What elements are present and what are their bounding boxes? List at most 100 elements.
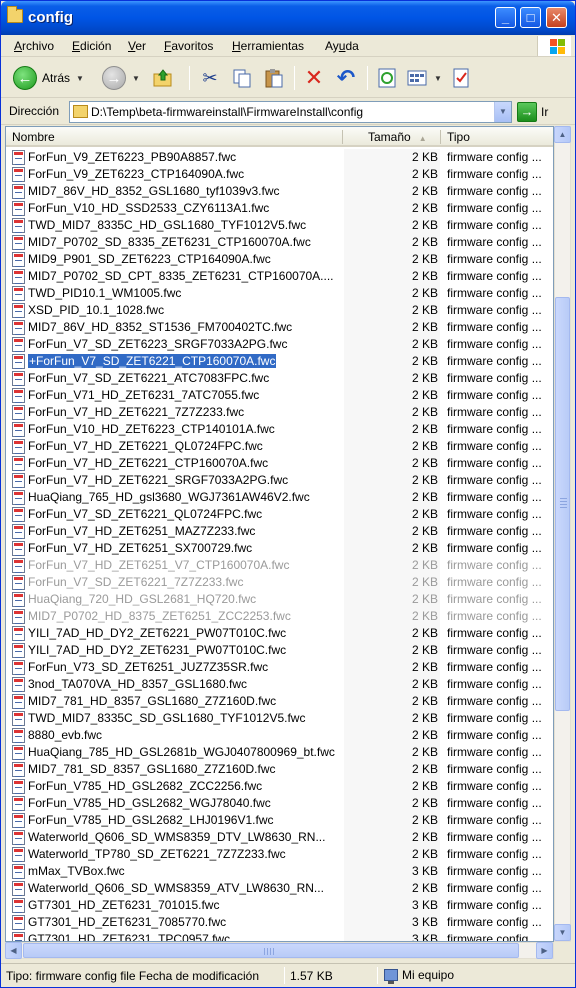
file-row[interactable]: ForFun_V7_HD_ZET6251_SX700729.fwc 2 KB fir… bbox=[6, 540, 553, 557]
file-row[interactable]: ForFun_V785_HD_GSL2682_LHJ0196V1.fwc 2 KB… bbox=[6, 812, 553, 829]
menu-ayuda[interactable]: Ayuda bbox=[325, 39, 359, 53]
file-row[interactable]: ForFun_V71_HD_ZET6231_7ATC7055.fwc 2 KB fi… bbox=[6, 387, 553, 404]
file-row[interactable]: GT7301_HD_ZET6231_TPC0957.fwc 3 KB firmwar… bbox=[6, 931, 553, 941]
properties-button[interactable] bbox=[450, 64, 472, 92]
file-row[interactable]: GT7301_HD_ZET6231_701015.fwc 3 KB firmware… bbox=[6, 897, 553, 914]
file-row[interactable]: 8880_evb.fwc 2 KB firmware config ... bbox=[6, 727, 553, 744]
file-row[interactable]: MID7_86V_HD_8352_GSL1680_tyf1039v3.fwc 2 … bbox=[6, 183, 553, 200]
file-row[interactable]: ForFun_V785_HD_GSL2682_WGJ78040.fwc 2 KB f… bbox=[6, 795, 553, 812]
address-input[interactable]: D:\Temp\beta-firmwareinstall\FirmwareIns… bbox=[69, 101, 512, 123]
go-button[interactable]: → Ir bbox=[517, 102, 548, 122]
file-row[interactable]: ForFun_V9_ZET6223_CTP164090A.fwc 2 KB firm… bbox=[6, 166, 553, 183]
file-row[interactable]: ForFun_V7_HD_ZET6221_SRGF7033A2PG.fwc 2 K… bbox=[6, 472, 553, 489]
file-row[interactable]: MID7_P0702_SD_CPT_8335_ZET6231_CTP160070… bbox=[6, 268, 553, 285]
column-header-type[interactable]: Tipo bbox=[447, 130, 470, 144]
file-row[interactable]: ForFun_V10_HD_ZET6223_CTP140101A.fwc 2 KB… bbox=[6, 421, 553, 438]
file-row[interactable]: Waterworld_Q606_SD_WMS8359_ATV_LW8630_RN… bbox=[6, 880, 553, 897]
file-row[interactable]: TWD_MID7_8335C_HD_GSL1680_TYF1012V5.fwc 2… bbox=[6, 217, 553, 234]
menu-ver[interactable]: Ver bbox=[128, 39, 146, 53]
file-row[interactable]: ForFun_V7_HD_ZET6221_7Z7Z233.fwc 2 KB firm… bbox=[6, 404, 553, 421]
file-row[interactable]: XSD_PID_10.1_1028.fwc 2 KB firmware config… bbox=[6, 302, 553, 319]
status-location: Mi equipo bbox=[384, 968, 454, 984]
file-size: 2 KB bbox=[411, 609, 438, 623]
chevron-down-icon[interactable]: ▼ bbox=[434, 74, 442, 83]
file-row[interactable]: ForFun_V7_SD_ZET6223_SRGF7033A2PG.fwc 2 K… bbox=[6, 336, 553, 353]
file-row[interactable]: MID7_781_HD_8357_GSL1680_Z7Z160D.fwc 2 KB… bbox=[6, 693, 553, 710]
file-row[interactable]: YILI_7AD_HD_DY2_ZET6221_PW07T010C.fwc 2 K… bbox=[6, 625, 553, 642]
undo-button[interactable]: ↶ bbox=[335, 64, 357, 92]
horizontal-scroll-thumb[interactable] bbox=[23, 943, 519, 958]
chevron-down-icon[interactable]: ▼ bbox=[494, 102, 511, 122]
file-row[interactable]: 3nod_TA070VA_HD_8357_GSL1680.fwc 2 KB firm… bbox=[6, 676, 553, 693]
file-list[interactable]: Nombre Tamaño ▲ Tipo ForFun_V9_ZET6223_PB… bbox=[5, 126, 554, 942]
column-header-name[interactable]: Nombre bbox=[12, 130, 55, 144]
up-folder-button[interactable] bbox=[152, 64, 174, 92]
chevron-down-icon[interactable]: ▼ bbox=[132, 74, 140, 83]
scroll-up-button[interactable]: ▲ bbox=[554, 126, 571, 143]
file-name: YILI_7AD_HD_DY2_ZET6221_PW07T010C.fwc bbox=[28, 626, 287, 640]
menu-herramientas[interactable]: Herramientas bbox=[232, 39, 304, 53]
file-row[interactable]: MID7_781_SD_8357_GSL1680_Z7Z160D.fwc 2 KB… bbox=[6, 761, 553, 778]
file-size: 2 KB bbox=[411, 575, 438, 589]
scroll-left-button[interactable]: ◀ bbox=[5, 942, 22, 959]
file-row[interactable]: ForFun_V7_HD_ZET6251_V7_CTP160070A.fwc 2 … bbox=[6, 557, 553, 574]
forward-button[interactable]: → ▼ bbox=[102, 64, 140, 92]
file-row[interactable]: +ForFun_V7_SD_ZET6221_CTP160070A.fwc 2 KB… bbox=[6, 353, 553, 370]
file-row[interactable]: TWD_MID7_8335C_SD_GSL1680_TYF1012V5.fwc 2… bbox=[6, 710, 553, 727]
delete-button[interactable]: ✕ bbox=[303, 64, 325, 92]
views-button[interactable]: ▼ bbox=[406, 64, 442, 92]
column-header-size[interactable]: Tamaño ▲ bbox=[368, 130, 427, 144]
vertical-scrollbar[interactable]: ▲ ▼ bbox=[554, 126, 571, 942]
file-row[interactable]: ForFun_V7_HD_ZET6251_MAZ7Z233.fwc 2 KB fir… bbox=[6, 523, 553, 540]
scroll-down-button[interactable]: ▼ bbox=[554, 924, 571, 941]
menu-archivo[interactable]: Archivo bbox=[14, 39, 54, 53]
file-row[interactable]: mMax_TVBox.fwc 3 KB firmware config ... bbox=[6, 863, 553, 880]
menu-favoritos[interactable]: Favoritos bbox=[164, 39, 213, 53]
file-type: firmware config ... bbox=[447, 881, 542, 895]
file-row[interactable]: ForFun_V7_SD_ZET6221_ATC7083FPC.fwc 2 KB f… bbox=[6, 370, 553, 387]
file-type: firmware config ... bbox=[447, 490, 542, 504]
views-icon bbox=[406, 67, 428, 89]
file-row[interactable]: GT7301_HD_ZET6231_7085770.fwc 3 KB firmwar… bbox=[6, 914, 553, 931]
cut-button[interactable]: ✂ bbox=[199, 64, 221, 92]
vertical-scroll-thumb[interactable] bbox=[555, 297, 570, 711]
file-row[interactable]: YILI_7AD_HD_DY2_ZET6231_PW07T010C.fwc 2 K… bbox=[6, 642, 553, 659]
chevron-down-icon[interactable]: ▼ bbox=[76, 74, 84, 83]
file-name: TWD_PID10.1_WM1005.fwc bbox=[28, 286, 182, 300]
file-row[interactable]: ForFun_V7_HD_ZET6221_QL0724FPC.fwc 2 KB fi… bbox=[6, 438, 553, 455]
minimize-button[interactable]: _ bbox=[495, 7, 516, 28]
paste-button[interactable] bbox=[263, 64, 285, 92]
file-row[interactable]: ForFun_V7_HD_ZET6221_CTP160070A.fwc 2 KB f… bbox=[6, 455, 553, 472]
file-row[interactable]: ForFun_V10_HD_SSD2533_CZY6113A1.fwc 2 KB f… bbox=[6, 200, 553, 217]
sync-button[interactable] bbox=[376, 64, 398, 92]
maximize-button[interactable]: □ bbox=[520, 7, 541, 28]
close-button[interactable]: ✕ bbox=[546, 7, 567, 28]
file-row[interactable]: MID7_P0702_HD_8375_ZET6251_ZCC2253.fwc 2 … bbox=[6, 608, 553, 625]
scroll-right-button[interactable]: ▶ bbox=[536, 942, 553, 959]
file-name: Waterworld_TP780_SD_ZET6221_7Z7Z233.fwc bbox=[28, 847, 286, 861]
fwc-file-icon bbox=[12, 541, 25, 556]
file-row[interactable]: Waterworld_Q606_SD_WMS8359_DTV_LW8630_RN… bbox=[6, 829, 553, 846]
back-button[interactable]: ← Atrás ▼ bbox=[13, 64, 84, 92]
file-row[interactable]: Waterworld_TP780_SD_ZET6221_7Z7Z233.fwc 2… bbox=[6, 846, 553, 863]
file-type: firmware config ... bbox=[447, 626, 542, 640]
title-bar[interactable]: config _ □ ✕ bbox=[1, 1, 575, 35]
file-row[interactable]: ForFun_V785_HD_GSL2682_ZCC2256.fwc 2 KB fi… bbox=[6, 778, 553, 795]
file-row[interactable]: ForFun_V7_SD_ZET6221_7Z7Z233.fwc 2 KB firm… bbox=[6, 574, 553, 591]
file-row[interactable]: ForFun_V73_SD_ZET6251_JUZ7Z35SR.fwc 2 KB f… bbox=[6, 659, 553, 676]
file-row[interactable]: MID7_P0702_SD_8335_ZET6231_CTP160070A.fw… bbox=[6, 234, 553, 251]
file-name: MID7_781_SD_8357_GSL1680_Z7Z160D.fwc bbox=[28, 762, 276, 776]
file-row[interactable]: HuaQiang_765_HD_gsl3680_WGJ7361AW46V2.fw… bbox=[6, 489, 553, 506]
file-row[interactable]: MID7_86V_HD_8352_ST1536_FM700402TC.fwc 2 … bbox=[6, 319, 553, 336]
menu-edicion[interactable]: Edición bbox=[72, 39, 111, 53]
horizontal-scrollbar[interactable]: ◀ ▶ bbox=[5, 942, 554, 959]
file-row[interactable]: HuaQiang_720_HD_GSL2681_HQ720.fwc 2 KB fir… bbox=[6, 591, 553, 608]
file-row[interactable]: TWD_PID10.1_WM1005.fwc 2 KB firmware confi… bbox=[6, 285, 553, 302]
file-row[interactable]: ForFun_V7_SD_ZET6221_QL0724FPC.fwc 2 KB fi… bbox=[6, 506, 553, 523]
file-row[interactable]: MID9_P901_SD_ZET6223_CTP164090A.fwc 2 KB f… bbox=[6, 251, 553, 268]
file-type: firmware config ... bbox=[447, 609, 542, 623]
copy-button[interactable] bbox=[231, 64, 253, 92]
properties-icon bbox=[450, 67, 472, 89]
file-row[interactable]: ForFun_V9_ZET6223_PB90A8857.fwc 2 KB firmw… bbox=[6, 149, 553, 166]
file-row[interactable]: HuaQiang_785_HD_GSL2681b_WGJ0407800969_b… bbox=[6, 744, 553, 761]
